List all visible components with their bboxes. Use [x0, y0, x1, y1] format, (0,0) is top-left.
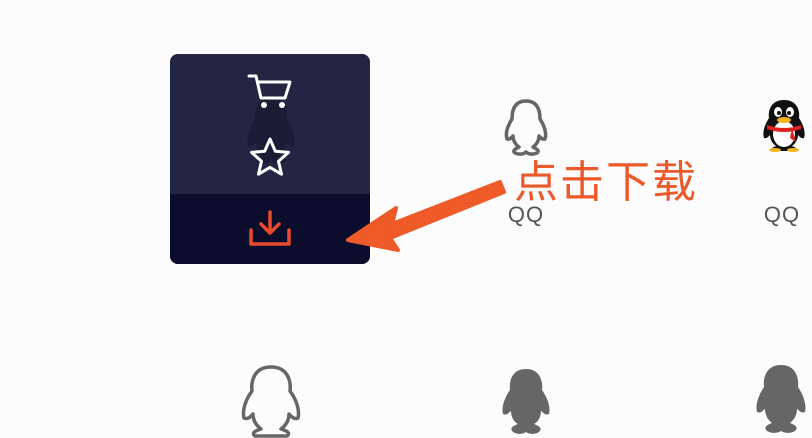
- annotation-text: 点击下载: [514, 157, 698, 208]
- download-icon[interactable]: [248, 210, 292, 248]
- qq-solid-icon[interactable]: [496, 366, 556, 438]
- annotation-arrow: [346, 180, 506, 252]
- item-label: QQ: [763, 202, 801, 227]
- qq-solid-icon[interactable]: [750, 362, 812, 438]
- qq-color-icon[interactable]: [758, 98, 810, 152]
- cart-icon[interactable]: [247, 72, 293, 110]
- star-icon[interactable]: [248, 136, 292, 178]
- qq-outline-icon[interactable]: [236, 364, 306, 438]
